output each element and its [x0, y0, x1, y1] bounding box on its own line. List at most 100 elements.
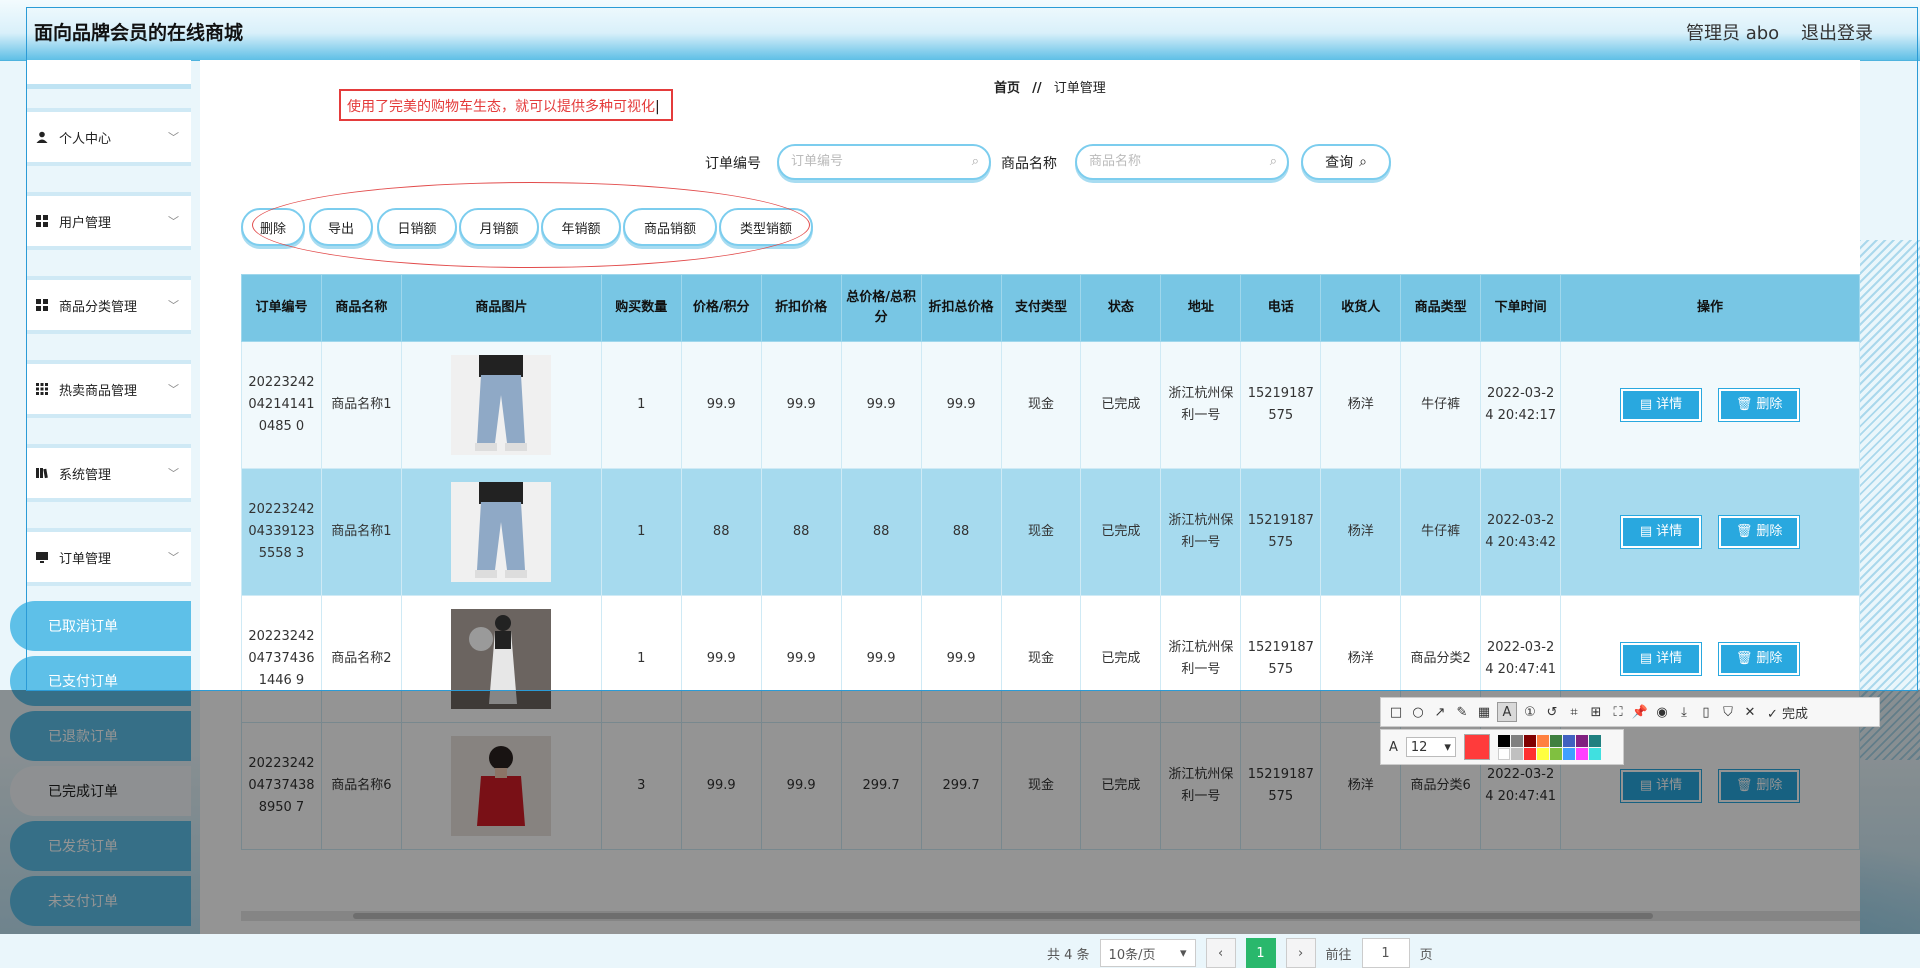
orders-table-wrapper: 订单编号 商品名称 商品图片 购买数量 价格/积分 折扣价格 总价格/总积分 折… [241, 274, 1860, 918]
sidebar-item-category[interactable]: 商品分类管理 ﹀ [27, 276, 191, 334]
price: 99.9 [680, 595, 762, 723]
daily-sales-button[interactable]: 日销额 [377, 208, 457, 246]
table-row[interactable]: 20223242043391235558 3 商品名称1 1 88 88 88 [241, 468, 1860, 596]
download-icon[interactable]: ⤓ [1675, 703, 1693, 721]
pin-icon[interactable]: 📌 [1631, 703, 1649, 721]
trash-icon: 🗑 [1735, 524, 1753, 539]
arrow-tool-icon[interactable]: ↗ [1431, 703, 1449, 721]
annotation-text-box[interactable]: 使用了完美的购物车生态，就可以提供多种可视化| [339, 89, 673, 121]
ocr-icon[interactable]: ⊞ [1587, 703, 1605, 721]
trash-icon: 🗑 [1735, 397, 1753, 412]
page-suffix: 页 [1419, 947, 1433, 963]
goto-page-input[interactable]: 1 [1361, 938, 1410, 968]
finish-label: 完成 [1782, 706, 1809, 722]
pen-tool-icon[interactable]: ✎ [1453, 703, 1471, 721]
ellipse-tool-icon[interactable]: ○ [1409, 703, 1427, 721]
export-button[interactable]: 导出 [309, 208, 373, 246]
page-number[interactable]: 1 [1245, 938, 1276, 968]
subitem-unpaid-orders[interactable]: 未支付订单 [10, 876, 191, 926]
column-header: 收货人 [1320, 274, 1402, 342]
bookmark-icon[interactable]: ⛉ [1719, 703, 1737, 721]
detail-button[interactable]: ▤ 详情 [1619, 388, 1702, 422]
yearly-sales-button[interactable]: 年销额 [541, 208, 621, 246]
grid-icon [35, 214, 49, 228]
row-delete-button[interactable]: 🗑 删除 [1718, 642, 1801, 676]
jeans-image[interactable] [451, 482, 552, 582]
subitem-shipped-orders[interactable]: 已发货订单 [10, 821, 191, 871]
mosaic-tool-icon[interactable]: ▦ [1475, 703, 1493, 721]
record-icon[interactable]: ◉ [1653, 703, 1671, 721]
order-number-input[interactable]: 订单编号 ⌕ [777, 144, 991, 180]
prev-page-button[interactable]: ‹ [1205, 938, 1236, 968]
detail-label: 详情 [1656, 524, 1683, 539]
detail-label: 详情 [1656, 397, 1683, 412]
breadcrumb: 首页 // 订单管理 [994, 77, 1106, 96]
scan-icon[interactable]: ⛶ [1609, 703, 1627, 721]
row-delete-button[interactable]: 🗑 删除 [1718, 515, 1801, 549]
admin-user[interactable]: 管理员 abo [1686, 19, 1779, 45]
font-size-select[interactable]: 12 ▾ [1405, 737, 1456, 757]
sidebar-item-label: 用户管理 [59, 215, 112, 231]
row-delete-button[interactable]: 🗑 删除 [1718, 388, 1801, 422]
number-tool-icon[interactable]: ① [1521, 703, 1539, 721]
scrollbar-thumb[interactable] [353, 913, 1653, 919]
total-price: 99.9 [840, 595, 922, 723]
type-sales-button[interactable]: 类型销额 [719, 208, 813, 246]
finish-button[interactable]: ✓ 完成 [1767, 703, 1808, 722]
horizontal-scrollbar[interactable] [241, 911, 1860, 921]
detail-button[interactable]: ▤ 详情 [1619, 769, 1702, 803]
row-delete-button[interactable]: 🗑 删除 [1718, 769, 1801, 803]
row-actions: ▤ 详情 🗑 删除 [1560, 468, 1860, 596]
trash-icon: 🗑 [1735, 651, 1753, 666]
detail-button[interactable]: ▤ 详情 [1619, 515, 1702, 549]
current-color-swatch[interactable] [1463, 734, 1490, 760]
product-name: 商品名称2 [320, 595, 402, 723]
order-status: 已完成 [1080, 595, 1162, 723]
close-icon[interactable]: ✕ [1741, 703, 1759, 721]
rectangle-tool-icon[interactable]: □ [1387, 703, 1405, 721]
payment-type: 现金 [1000, 722, 1082, 850]
jeans-image[interactable] [451, 355, 552, 455]
undo-icon[interactable]: ↺ [1543, 703, 1561, 721]
product-type: 牛仔裤 [1400, 468, 1482, 596]
red-top-image[interactable] [451, 736, 552, 836]
page-size-select[interactable]: 10条/页 ▾ [1099, 939, 1196, 967]
dress-image[interactable] [451, 609, 552, 709]
delete-button[interactable]: 删除 [241, 208, 305, 246]
logout-link[interactable]: 退出登录 [1801, 19, 1873, 45]
sidebar-item-users[interactable]: 用户管理 ﹀ [27, 192, 191, 250]
sidebar-item-label: 热卖商品管理 [59, 383, 138, 399]
product-sales-button[interactable]: 商品销额 [623, 208, 717, 246]
discount-price: 99.9 [760, 595, 842, 723]
color-palette[interactable] [1497, 734, 1601, 760]
sidebar-item-hot-products[interactable]: 热卖商品管理 ﹀ [27, 360, 191, 418]
detail-button[interactable]: ▤ 详情 [1619, 642, 1702, 676]
sidebar-item-system[interactable]: 系统管理 ﹀ [27, 444, 191, 502]
search-icon: ⌕ [971, 154, 979, 169]
phone: 15219187575 [1240, 341, 1322, 469]
search-icon: ⌕ [1269, 154, 1277, 169]
subitem-cancelled-orders[interactable]: 已取消订单 [10, 601, 191, 651]
product-name-input[interactable]: 商品名称 ⌕ [1075, 144, 1289, 180]
detail-label: 详情 [1656, 778, 1683, 793]
next-page-button[interactable]: › [1285, 938, 1316, 968]
text-tool-icon[interactable]: A [1497, 702, 1517, 722]
crop-icon[interactable]: ⌗ [1565, 703, 1583, 721]
subitem-paid-orders[interactable]: 已支付订单 [10, 656, 191, 706]
sidebar-item-label: 订单管理 [59, 551, 112, 567]
table-row[interactable]: 20223242042141410485 0 商品名称1 1 99.9 99.9… [241, 341, 1860, 469]
monthly-sales-button[interactable]: 月销额 [459, 208, 539, 246]
query-button[interactable]: 查询 ⌕ [1301, 144, 1391, 180]
subitem-refunded-orders[interactable]: 已退款订单 [10, 711, 191, 761]
subitem-completed-orders[interactable]: 已完成订单 [10, 766, 191, 816]
breadcrumb-home[interactable]: 首页 [994, 81, 1020, 96]
phone-icon[interactable]: ▯ [1697, 703, 1715, 721]
sidebar-item-orders[interactable]: 订单管理 ﹀ [27, 528, 191, 586]
chevron-down-icon: ﹀ [168, 131, 179, 144]
annotation-text: 使用了完美的购物车生态，就可以提供多种可视化 [347, 99, 655, 115]
product-image-cell [400, 341, 602, 469]
order-number: 20223242047374388950 7 [241, 722, 322, 850]
background-pattern [1850, 240, 1920, 760]
sidebar-item-personal[interactable]: 个人中心 ﹀ [27, 108, 191, 166]
delete-label: 删除 [1756, 651, 1783, 666]
